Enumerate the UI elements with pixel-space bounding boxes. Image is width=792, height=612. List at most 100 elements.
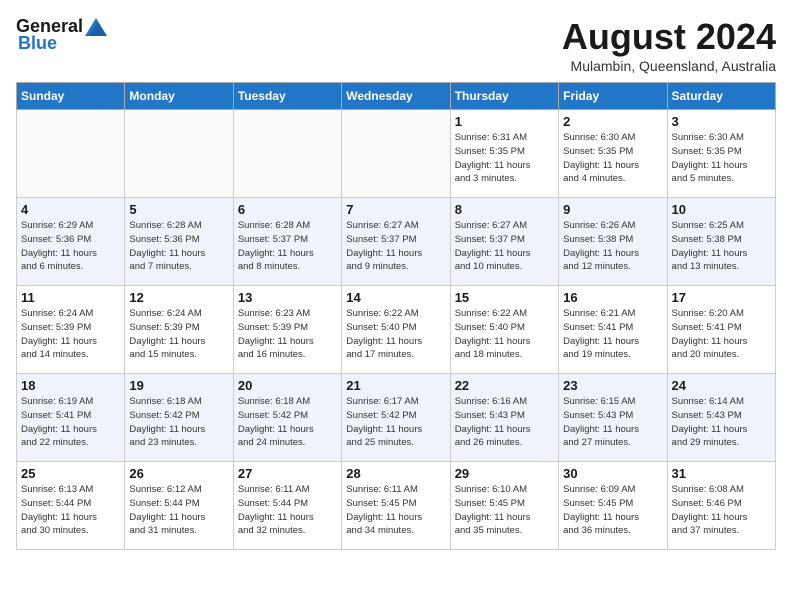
cell-info-text: Sunrise: 6:30 AM Sunset: 5:35 PM Dayligh…	[563, 131, 662, 186]
day-header-saturday: Saturday	[667, 83, 775, 110]
cell-info-text: Sunrise: 6:25 AM Sunset: 5:38 PM Dayligh…	[672, 219, 771, 274]
location-subtitle: Mulambin, Queensland, Australia	[562, 58, 776, 74]
cell-date-number: 23	[563, 378, 662, 393]
calendar-cell: 1Sunrise: 6:31 AM Sunset: 5:35 PM Daylig…	[450, 110, 558, 198]
day-header-thursday: Thursday	[450, 83, 558, 110]
cell-date-number: 25	[21, 466, 120, 481]
calendar-week-row: 11 Sunrise: 6:24 AM Sunset: 5:39 PM Dayli…	[17, 286, 776, 374]
cell-info-text: Sunrise: 6:16 AM Sunset: 5:43 PM Dayligh…	[455, 395, 554, 450]
calendar-cell: 3 Sunrise: 6:30 AM Sunset: 5:35 PM Daylig…	[667, 110, 775, 198]
calendar-cell: 29 Sunrise: 6:10 AM Sunset: 5:45 PM Dayli…	[450, 462, 558, 550]
calendar-cell: 17 Sunrise: 6:20 AM Sunset: 5:41 PM Dayli…	[667, 286, 775, 374]
cell-date-number: 15	[455, 290, 554, 305]
cell-date-number: 21	[346, 378, 445, 393]
calendar-cell: 10 Sunrise: 6:25 AM Sunset: 5:38 PM Dayli…	[667, 198, 775, 286]
cell-info-text: Sunrise: 6:28 AM Sunset: 5:36 PM Dayligh…	[129, 219, 228, 274]
calendar-cell: 4 Sunrise: 6:29 AM Sunset: 5:36 PM Daylig…	[17, 198, 125, 286]
cell-info-text: Sunrise: 6:26 AM Sunset: 5:38 PM Dayligh…	[563, 219, 662, 274]
calendar-cell: 6 Sunrise: 6:28 AM Sunset: 5:37 PM Daylig…	[233, 198, 341, 286]
cell-info-text: Sunrise: 6:18 AM Sunset: 5:42 PM Dayligh…	[238, 395, 337, 450]
calendar-cell: 24 Sunrise: 6:14 AM Sunset: 5:43 PM Dayli…	[667, 374, 775, 462]
cell-info-text: Sunrise: 6:30 AM Sunset: 5:35 PM Dayligh…	[672, 131, 771, 186]
cell-date-number: 11	[21, 290, 120, 305]
calendar-cell: 25Sunrise: 6:13 AM Sunset: 5:44 PM Dayli…	[17, 462, 125, 550]
calendar-cell: 2 Sunrise: 6:30 AM Sunset: 5:35 PM Daylig…	[559, 110, 667, 198]
calendar-week-row: 1Sunrise: 6:31 AM Sunset: 5:35 PM Daylig…	[17, 110, 776, 198]
calendar-cell: 19Sunrise: 6:18 AM Sunset: 5:42 PM Dayli…	[125, 374, 233, 462]
cell-date-number: 4	[21, 202, 120, 217]
calendar-cell	[342, 110, 450, 198]
calendar-cell: 15 Sunrise: 6:22 AM Sunset: 5:40 PM Dayli…	[450, 286, 558, 374]
calendar-cell: 21 Sunrise: 6:17 AM Sunset: 5:42 PM Dayli…	[342, 374, 450, 462]
calendar-cell: 31Sunrise: 6:08 AM Sunset: 5:46 PM Dayli…	[667, 462, 775, 550]
calendar-cell: 28Sunrise: 6:11 AM Sunset: 5:45 PM Dayli…	[342, 462, 450, 550]
cell-info-text: Sunrise: 6:08 AM Sunset: 5:46 PM Dayligh…	[672, 483, 771, 538]
calendar-cell: 18 Sunrise: 6:19 AM Sunset: 5:41 PM Dayli…	[17, 374, 125, 462]
cell-info-text: Sunrise: 6:23 AM Sunset: 5:39 PM Dayligh…	[238, 307, 337, 362]
calendar-cell: 13 Sunrise: 6:23 AM Sunset: 5:39 PM Dayli…	[233, 286, 341, 374]
calendar-cell: 5 Sunrise: 6:28 AM Sunset: 5:36 PM Daylig…	[125, 198, 233, 286]
cell-info-text: Sunrise: 6:15 AM Sunset: 5:43 PM Dayligh…	[563, 395, 662, 450]
day-header-friday: Friday	[559, 83, 667, 110]
cell-date-number: 24	[672, 378, 771, 393]
cell-info-text: Sunrise: 6:28 AM Sunset: 5:37 PM Dayligh…	[238, 219, 337, 274]
calendar-cell: 23 Sunrise: 6:15 AM Sunset: 5:43 PM Dayli…	[559, 374, 667, 462]
day-header-tuesday: Tuesday	[233, 83, 341, 110]
day-header-wednesday: Wednesday	[342, 83, 450, 110]
cell-date-number: 7	[346, 202, 445, 217]
cell-date-number: 3	[672, 114, 771, 129]
calendar-cell: 22 Sunrise: 6:16 AM Sunset: 5:43 PM Dayli…	[450, 374, 558, 462]
cell-date-number: 26	[129, 466, 228, 481]
cell-date-number: 13	[238, 290, 337, 305]
cell-info-text: Sunrise: 6:24 AM Sunset: 5:39 PM Dayligh…	[21, 307, 120, 362]
calendar-cell: 7 Sunrise: 6:27 AM Sunset: 5:37 PM Daylig…	[342, 198, 450, 286]
calendar-table: SundayMondayTuesdayWednesdayThursdayFrid…	[16, 82, 776, 550]
cell-date-number: 5	[129, 202, 228, 217]
cell-date-number: 16	[563, 290, 662, 305]
cell-date-number: 9	[563, 202, 662, 217]
cell-info-text: Sunrise: 6:19 AM Sunset: 5:41 PM Dayligh…	[21, 395, 120, 450]
cell-date-number: 12	[129, 290, 228, 305]
calendar-cell: 27Sunrise: 6:11 AM Sunset: 5:44 PM Dayli…	[233, 462, 341, 550]
calendar-week-row: 4 Sunrise: 6:29 AM Sunset: 5:36 PM Daylig…	[17, 198, 776, 286]
calendar-cell: 11 Sunrise: 6:24 AM Sunset: 5:39 PM Dayli…	[17, 286, 125, 374]
cell-date-number: 10	[672, 202, 771, 217]
title-block: August 2024 Mulambin, Queensland, Austra…	[562, 16, 776, 74]
cell-date-number: 22	[455, 378, 554, 393]
day-header-sunday: Sunday	[17, 83, 125, 110]
day-header-monday: Monday	[125, 83, 233, 110]
page-header: General Blue August 2024 Mulambin, Queen…	[16, 16, 776, 74]
calendar-cell: 14 Sunrise: 6:22 AM Sunset: 5:40 PM Dayli…	[342, 286, 450, 374]
cell-date-number: 18	[21, 378, 120, 393]
cell-info-text: Sunrise: 6:11 AM Sunset: 5:45 PM Dayligh…	[346, 483, 445, 538]
cell-info-text: Sunrise: 6:29 AM Sunset: 5:36 PM Dayligh…	[21, 219, 120, 274]
cell-date-number: 20	[238, 378, 337, 393]
calendar-cell: 20 Sunrise: 6:18 AM Sunset: 5:42 PM Dayli…	[233, 374, 341, 462]
cell-date-number: 17	[672, 290, 771, 305]
calendar-cell: 9 Sunrise: 6:26 AM Sunset: 5:38 PM Daylig…	[559, 198, 667, 286]
calendar-cell	[17, 110, 125, 198]
cell-info-text: Sunrise: 6:20 AM Sunset: 5:41 PM Dayligh…	[672, 307, 771, 362]
logo: General Blue	[16, 16, 107, 54]
cell-date-number: 14	[346, 290, 445, 305]
cell-date-number: 2	[563, 114, 662, 129]
cell-date-number: 6	[238, 202, 337, 217]
logo-blue: Blue	[18, 33, 57, 54]
cell-info-text: Sunrise: 6:27 AM Sunset: 5:37 PM Dayligh…	[346, 219, 445, 274]
cell-info-text: Sunrise: 6:22 AM Sunset: 5:40 PM Dayligh…	[455, 307, 554, 362]
calendar-cell	[125, 110, 233, 198]
cell-info-text: Sunrise: 6:24 AM Sunset: 5:39 PM Dayligh…	[129, 307, 228, 362]
cell-date-number: 29	[455, 466, 554, 481]
calendar-cell: 30Sunrise: 6:09 AM Sunset: 5:45 PM Dayli…	[559, 462, 667, 550]
cell-info-text: Sunrise: 6:14 AM Sunset: 5:43 PM Dayligh…	[672, 395, 771, 450]
month-year-title: August 2024	[562, 16, 776, 58]
cell-info-text: Sunrise: 6:17 AM Sunset: 5:42 PM Dayligh…	[346, 395, 445, 450]
calendar-cell: 26Sunrise: 6:12 AM Sunset: 5:44 PM Dayli…	[125, 462, 233, 550]
cell-date-number: 8	[455, 202, 554, 217]
cell-info-text: Sunrise: 6:10 AM Sunset: 5:45 PM Dayligh…	[455, 483, 554, 538]
cell-date-number: 1	[455, 114, 554, 129]
cell-info-text: Sunrise: 6:09 AM Sunset: 5:45 PM Dayligh…	[563, 483, 662, 538]
cell-info-text: Sunrise: 6:22 AM Sunset: 5:40 PM Dayligh…	[346, 307, 445, 362]
cell-date-number: 27	[238, 466, 337, 481]
cell-info-text: Sunrise: 6:27 AM Sunset: 5:37 PM Dayligh…	[455, 219, 554, 274]
